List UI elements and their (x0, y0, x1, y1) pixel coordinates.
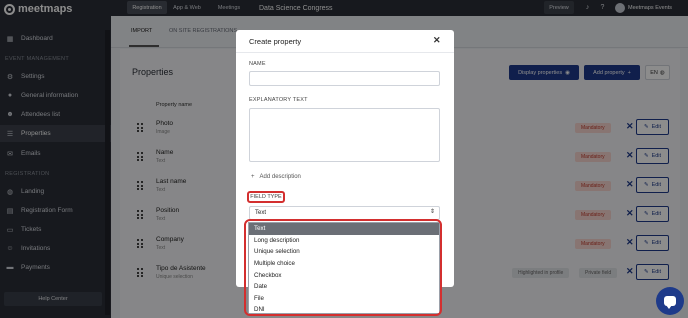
field-type-label: FIELD TYPE (247, 191, 285, 203)
name-label: NAME (249, 61, 266, 67)
dropdown-highlight-annotation (244, 219, 442, 316)
field-type-select[interactable]: Text ⇕ (249, 206, 440, 220)
chevron-updown-icon: ⇕ (429, 209, 435, 215)
close-icon[interactable]: ✕ (433, 35, 441, 46)
explanatory-text-label: EXPLANATORY TEXT (249, 97, 308, 103)
modal-title: Create property (249, 37, 302, 46)
chat-icon (664, 296, 676, 309)
name-field[interactable] (249, 71, 440, 86)
add-description-label: Add description (259, 174, 301, 180)
field-type-value: Text (255, 210, 267, 216)
chat-button[interactable] (656, 287, 684, 315)
plus-icon: + (251, 174, 255, 180)
modal-divider (236, 52, 454, 53)
add-description-button[interactable]: + Add description (251, 174, 301, 180)
explanatory-text-field[interactable] (249, 108, 440, 162)
